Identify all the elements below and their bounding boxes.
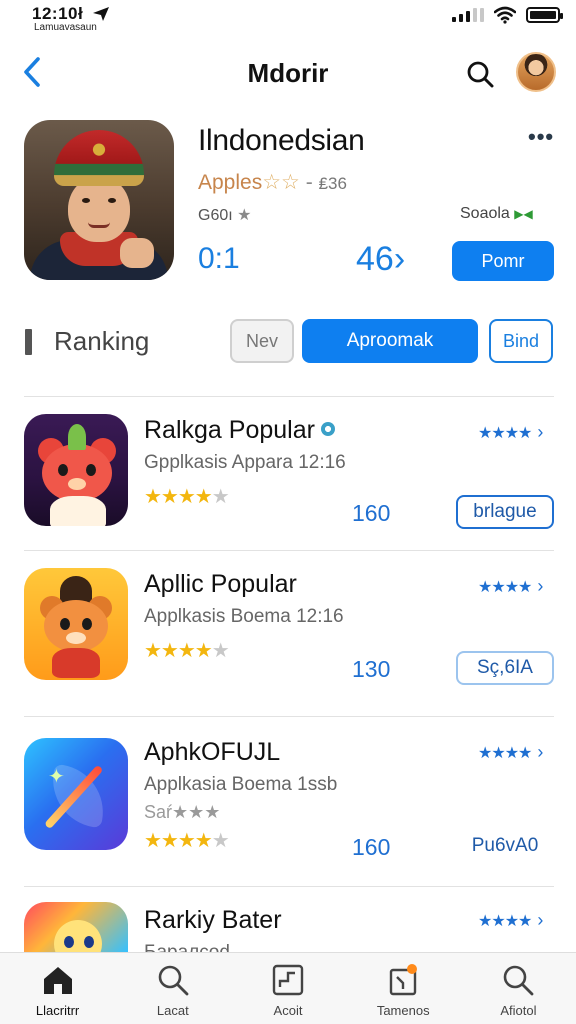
updates-icon	[390, 964, 418, 996]
tab-updates[interactable]: Tamenos	[346, 953, 461, 1024]
divider	[24, 550, 554, 551]
search-icon	[504, 965, 534, 996]
chevron-right-icon: ›	[537, 910, 544, 930]
featured-app-icon[interactable]	[24, 120, 174, 280]
search-icon	[467, 61, 494, 88]
featured-app-stat-1: 0:1	[198, 242, 240, 275]
featured-app-title: Ilndonedsian	[198, 124, 365, 157]
mini-rating-link[interactable]: ★★★★ ›	[478, 742, 543, 763]
tab-home[interactable]: Llacritrr	[0, 953, 115, 1024]
more-options-icon[interactable]: •••	[528, 124, 558, 154]
featured-app-stat-2[interactable]: 46›	[356, 240, 405, 279]
mini-rating-link[interactable]: ★★★★ ›	[478, 576, 543, 597]
tab-search[interactable]: Lacat	[115, 953, 230, 1024]
home-icon	[43, 967, 72, 994]
status-bar: 12:10ł Lamuavasaun	[0, 0, 576, 40]
segment-bind[interactable]: Bind	[489, 319, 553, 363]
app-subtitle: Gpplkasis Appara 12:16	[144, 452, 346, 473]
verified-icon	[320, 422, 335, 436]
app-subtitle: Applkasis Boema 12:16	[144, 606, 344, 627]
chevron-right-icon: ›	[537, 576, 544, 596]
app-icon-1[interactable]	[24, 414, 128, 526]
featured-app-subtitle: Apples☆☆ - ₤36	[198, 171, 347, 194]
search-icon	[158, 965, 189, 996]
battery-icon	[526, 7, 563, 23]
app-count: 160	[352, 500, 391, 526]
chart-icon	[272, 964, 304, 996]
app-icon-2[interactable]	[24, 568, 128, 680]
location-arrow-icon	[93, 7, 109, 21]
segment-nev[interactable]: Nev	[230, 319, 294, 363]
status-subtitle: Lamuavasaun	[34, 22, 97, 33]
app-name[interactable]: Ralkga Popular	[144, 416, 335, 445]
app-icon-4[interactable]	[24, 902, 128, 952]
divider	[24, 886, 554, 887]
status-time: 12:10ł	[32, 4, 84, 23]
star-rating: ★★★★★	[144, 640, 230, 662]
segment-aproomak[interactable]: Aproomak	[302, 319, 478, 363]
mini-rating-link[interactable]: ★★★★ ›	[478, 910, 543, 931]
ranking-label: Ranking	[54, 326, 150, 356]
section-marker	[25, 329, 32, 355]
tab-bar: Llacritrr Lacat Acoit Tamenos Afiotol	[0, 952, 576, 1024]
star-rating: ★★★★★	[144, 486, 230, 508]
divider	[24, 396, 554, 397]
arrow-icon: ▶◀	[514, 207, 533, 221]
app-subtitle-secondary: Saŕ★★★	[144, 802, 221, 822]
mini-rating-link[interactable]: ★★★★ ›	[478, 422, 543, 443]
app-count: 160	[352, 834, 391, 860]
featured-app-meta: G60ı ★	[198, 207, 252, 224]
chevron-right-icon: ›	[537, 422, 544, 442]
featured-app-action-button[interactable]: Pomr	[452, 241, 554, 281]
featured-app-seller[interactable]: Soaola ▶◀	[460, 205, 533, 223]
tab-search-2[interactable]: Afiotol	[461, 953, 576, 1024]
avatar[interactable]	[516, 52, 556, 92]
cell-signal-icon	[452, 8, 484, 22]
app-icon-3[interactable]: ✦	[24, 738, 128, 850]
star-icon: ★	[237, 207, 252, 224]
app-badge-button[interactable]: Pu6vA0	[456, 829, 554, 863]
tab-chart[interactable]: Acoit	[230, 953, 345, 1024]
divider	[24, 716, 554, 717]
star-rating: ★★★★★	[144, 830, 230, 852]
chevron-right-icon: ›	[537, 742, 544, 762]
app-name[interactable]: AphkOFUJL	[144, 738, 280, 767]
app-count: 130	[352, 656, 391, 682]
app-subtitle: Applkasia Boema 1ssb	[144, 774, 338, 795]
app-name[interactable]: Rarkiy Bater	[144, 906, 282, 935]
app-name[interactable]: Apllic Popular	[144, 570, 297, 599]
search-button[interactable]	[462, 56, 498, 92]
app-subtitle: Баралcоd	[144, 942, 230, 952]
app-badge-button[interactable]: brlague	[456, 495, 554, 529]
wifi-icon	[494, 6, 516, 24]
app-badge-button[interactable]: Sç,6IA	[456, 651, 554, 685]
